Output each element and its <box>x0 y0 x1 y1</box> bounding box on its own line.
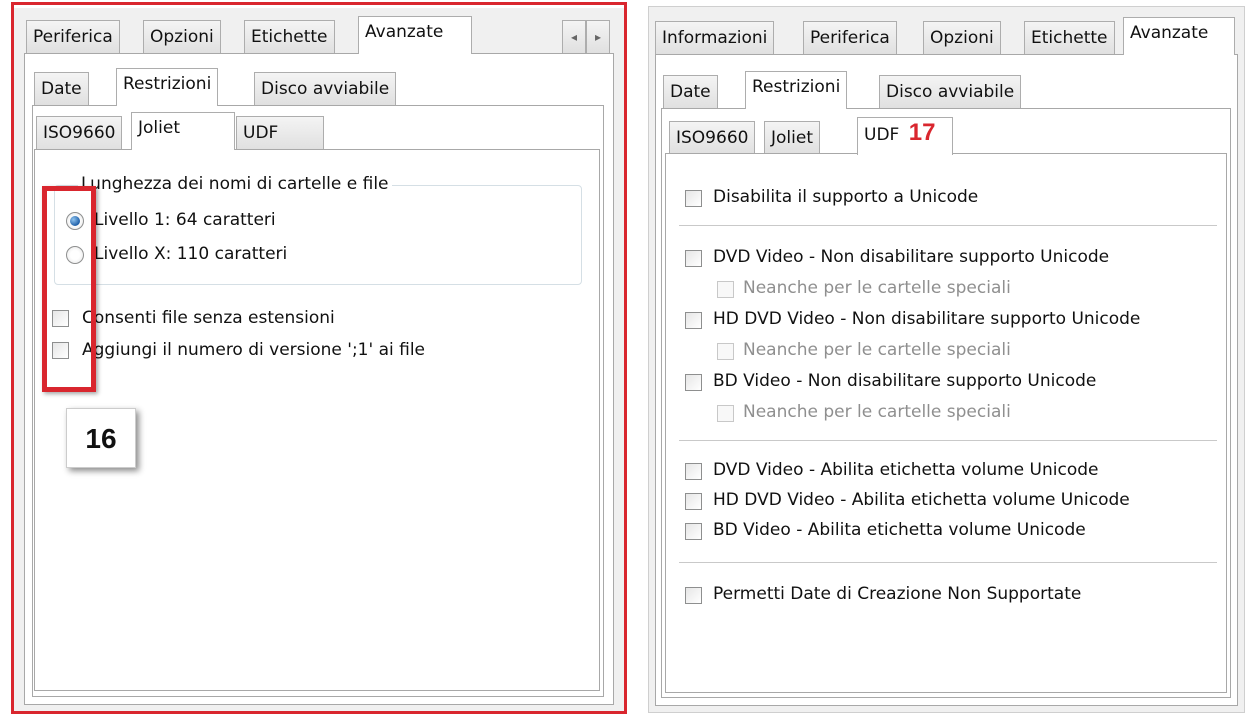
separator <box>679 225 1217 226</box>
udf-page <box>665 153 1227 693</box>
fstab-iso9660[interactable]: ISO9660 <box>669 121 756 155</box>
checkbox-bd-volume-label-label: BD Video - Abilita etichetta volume Unic… <box>713 520 1086 540</box>
fstab-joliet[interactable]: Joliet <box>764 121 820 155</box>
left-panel-red-frame <box>11 2 627 714</box>
checkbox-dvd-unicode-label: DVD Video - Non disabilitare supporto Un… <box>713 247 1110 267</box>
callout-badge-17: 17 <box>908 119 936 146</box>
fstab-udf[interactable]: UDF 17 <box>857 117 953 155</box>
checkbox-bd-special-folders[interactable] <box>717 405 734 422</box>
fstab-udf-label: UDF <box>864 125 900 145</box>
checkbox-dvd-special-folders-label: Neanche per le cartelle speciali <box>743 278 1011 298</box>
checkbox-dvd-unicode[interactable] <box>685 250 702 267</box>
tab-avanzate[interactable]: Avanzate <box>1123 17 1235 55</box>
checkbox-dvd-volume-label[interactable] <box>685 463 702 480</box>
checkbox-bd-special-folders-label: Neanche per le cartelle speciali <box>743 402 1011 422</box>
tab-informazioni[interactable]: Informazioni <box>655 21 775 55</box>
checkbox-hddvd-unicode-label: HD DVD Video - Non disabilitare supporto… <box>713 309 1141 329</box>
checkbox-bd-unicode[interactable] <box>685 374 702 391</box>
separator <box>679 440 1217 441</box>
subtab-date[interactable]: Date <box>663 75 718 109</box>
checkbox-unsupported-dates[interactable] <box>685 587 702 604</box>
checkbox-hddvd-volume-label-label: HD DVD Video - Abilita etichetta volume … <box>713 490 1130 510</box>
tab-periferica[interactable]: Periferica <box>803 21 897 55</box>
checkbox-hddvd-special-folders[interactable] <box>717 343 734 360</box>
checkbox-hddvd-volume-label[interactable] <box>685 493 702 510</box>
subtab-restrizioni[interactable]: Restrizioni <box>745 71 848 109</box>
subtab-restrizioni[interactable]: Restrizioni <box>116 68 219 106</box>
checkbox-bd-volume-label[interactable] <box>685 523 702 540</box>
tab-avanzate[interactable]: Avanzate <box>358 16 472 54</box>
checkbox-disable-unicode[interactable] <box>685 190 702 207</box>
checkbox-dvd-special-folders[interactable] <box>717 281 734 298</box>
tab-etichette[interactable]: Etichette <box>1024 21 1115 55</box>
separator <box>679 562 1217 563</box>
checkbox-disable-unicode-label: Disabilita il supporto a Unicode <box>713 187 979 207</box>
fstab-joliet[interactable]: Joliet <box>131 112 235 150</box>
checkbox-hddvd-special-folders-label: Neanche per le cartelle speciali <box>743 340 1011 360</box>
checkbox-bd-unicode-label: BD Video - Non disabilitare supporto Uni… <box>713 371 1097 391</box>
checkbox-unsupported-dates-label: Permetti Date di Creazione Non Supportat… <box>713 584 1082 604</box>
subtab-disco-avviabile[interactable]: Disco avviabile <box>879 75 1022 109</box>
checkbox-dvd-volume-label-label: DVD Video - Abilita etichetta volume Uni… <box>713 460 1099 480</box>
tab-opzioni[interactable]: Opzioni <box>923 21 1001 55</box>
right-panel: Informazioni Periferica Opzioni Etichett… <box>648 6 1245 713</box>
checkbox-hddvd-unicode[interactable] <box>685 312 702 329</box>
